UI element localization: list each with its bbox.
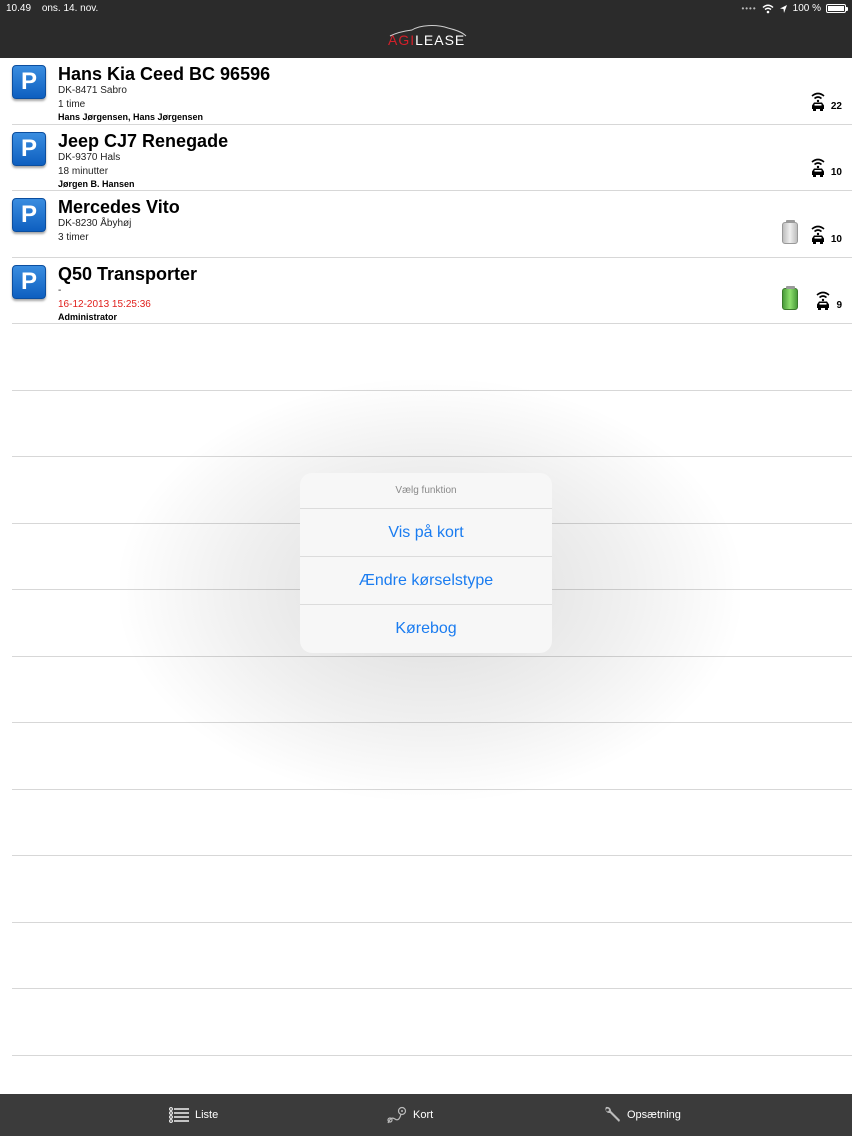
vehicle-title: Q50 Transporter	[58, 263, 198, 284]
tab-opsaetning[interactable]: Opsætning	[603, 1094, 681, 1136]
car-signal-icon	[811, 225, 825, 244]
battery-percent: 100 %	[792, 3, 821, 14]
car-signal-icon	[811, 158, 825, 177]
vehicle-location: DK-9370 Hals	[58, 151, 121, 163]
vehicle-signal: 10	[809, 158, 842, 178]
tab-opsaetning-label: Opsætning	[627, 1109, 681, 1121]
vehicle-time: 18 minutter	[58, 165, 109, 177]
action-popover: Vælg funktion Vis på kort Ændre kørselst…	[300, 473, 552, 653]
vehicle-row[interactable]: P Hans Kia Ceed BC 96596 DK-8471 Sabro 1…	[12, 58, 852, 125]
car-signal-icon	[816, 291, 830, 310]
tab-liste-label: Liste	[195, 1109, 219, 1121]
signal-dots-icon: ••••	[741, 4, 757, 13]
car-signal-icon	[811, 92, 825, 111]
parking-icon: P	[12, 198, 46, 232]
logo-text-agi: AGI	[388, 32, 416, 48]
status-bar-left: 10.49 ons. 14. nov.	[6, 3, 106, 14]
location-arrow-icon	[779, 4, 787, 13]
vehicle-title: Jeep CJ7 Renegade	[58, 130, 229, 151]
parking-icon: P	[12, 264, 46, 299]
wrench-icon	[605, 1106, 620, 1122]
status-time: 10.49	[6, 3, 32, 14]
popover-title: Vælg funktion	[300, 473, 552, 509]
parking-icon: P	[12, 65, 46, 99]
vehicle-drivers: Administrator	[58, 311, 118, 322]
logo-text: AGILEASE	[388, 32, 465, 48]
wifi-icon	[762, 4, 774, 13]
signal-count: 10	[830, 233, 842, 245]
vehicle-signal: 10	[809, 225, 842, 245]
tab-bar: Liste Kort Opsætning	[0, 1094, 852, 1136]
signal-count: 10	[830, 167, 842, 178]
vehicle-drivers: Jørgen B. Hansen	[58, 178, 135, 189]
fuel-canister-grey-icon	[782, 219, 798, 244]
fuel-canister-green-icon	[782, 286, 798, 310]
vehicle-title: Mercedes Vito	[58, 197, 180, 217]
vehicle-signal: 22	[809, 92, 842, 112]
logo-text-lease: LEASE	[415, 32, 466, 48]
vehicle-row[interactable]: P Mercedes Vito DK-8230 Åbyhøj 3 timer 1…	[12, 191, 852, 258]
vehicle-row[interactable]: P Q50 Transporter - 16-12-2013 15:25:36 …	[12, 258, 852, 324]
vehicle-signal: 9	[814, 291, 842, 311]
tab-kort[interactable]: Kort	[387, 1094, 433, 1136]
tab-liste[interactable]: Liste	[169, 1094, 218, 1136]
agilease-logo: AGILEASE	[386, 24, 468, 48]
empty-row	[12, 923, 852, 989]
action-show-on-map[interactable]: Vis på kort	[300, 509, 552, 557]
action-change-trip-type[interactable]: Ændre kørselstype	[300, 557, 552, 605]
empty-row	[12, 989, 852, 1056]
vehicle-row[interactable]: P Jeep CJ7 Renegade DK-9370 Hals 18 minu…	[12, 125, 852, 191]
signal-count: 22	[830, 100, 842, 112]
tab-kort-label: Kort	[413, 1109, 434, 1121]
list-icon	[169, 1107, 189, 1123]
parking-icon: P	[12, 131, 46, 166]
battery-icon	[826, 4, 848, 13]
vehicle-time: 3 timer	[58, 232, 89, 243]
vehicle-time: 1 time	[58, 99, 86, 110]
top-bar: 10.49 ons. 14. nov. •••• 100 % AGILEASE	[0, 0, 852, 58]
vehicle-time: 16-12-2013 15:25:36	[58, 298, 151, 310]
status-bar-right: •••• 100 %	[741, 2, 848, 15]
empty-row	[12, 856, 852, 923]
action-logbook[interactable]: Kørebog	[300, 605, 552, 653]
status-date: ons. 14. nov.	[41, 3, 99, 14]
vehicle-title: Hans Kia Ceed BC 96596	[58, 64, 271, 84]
map-route-icon	[387, 1106, 407, 1124]
vehicle-location: -	[58, 284, 62, 296]
signal-count: 9	[836, 300, 842, 311]
vehicle-location: DK-8230 Åbyhøj	[58, 218, 132, 229]
vehicle-drivers: Hans Jørgensen, Hans Jørgensen	[58, 112, 204, 122]
vehicle-location: DK-8471 Sabro	[58, 85, 127, 96]
